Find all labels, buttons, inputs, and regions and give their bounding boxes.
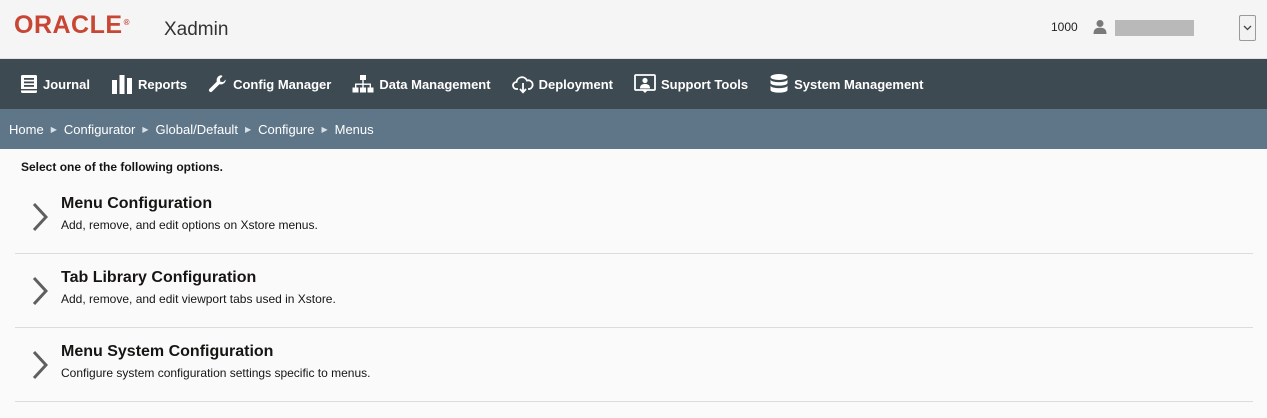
bar-chart-icon: [111, 75, 132, 94]
breadcrumb-global-default[interactable]: Global/Default: [156, 122, 238, 137]
breadcrumb-configure[interactable]: Configure: [258, 122, 314, 137]
breadcrumb-menus: Menus: [334, 121, 374, 137]
nav-deployment[interactable]: Deployment: [504, 59, 621, 109]
wrench-icon: [209, 75, 226, 93]
nav-label: Config Manager: [233, 76, 332, 92]
nav-journal[interactable]: Journal: [12, 59, 98, 109]
nav-support-tools[interactable]: Support Tools: [626, 59, 756, 109]
oracle-logo[interactable]: ORACLE®: [14, 11, 130, 39]
instructions-text: Select one of the following options.: [21, 160, 223, 174]
nav-label: Data Management: [379, 76, 491, 92]
nav-label: Journal: [43, 76, 90, 92]
hierarchy-icon: [352, 75, 374, 93]
breadcrumb: Home ▶ Configurator ▶ Global/Default ▶ C…: [0, 109, 1267, 149]
chevron-right-icon: [32, 202, 48, 232]
option-title: Menu System Configuration: [61, 343, 274, 360]
nav-system-management[interactable]: System Management: [761, 59, 931, 109]
nav-data-management[interactable]: Data Management: [344, 59, 498, 109]
journal-icon: [21, 75, 37, 93]
option-tab-library-configuration[interactable]: Tab Library Configuration Add, remove, a…: [15, 254, 1253, 328]
user-icon: [1093, 20, 1107, 34]
chevron-down-icon: [1243, 25, 1252, 31]
nav-config-manager[interactable]: Config Manager: [200, 59, 339, 109]
option-menu-configuration[interactable]: Menu Configuration Add, remove, and edit…: [15, 180, 1253, 254]
breadcrumb-home[interactable]: Home: [9, 122, 44, 137]
option-description: Configure system configuration settings …: [61, 366, 371, 380]
logo-registered-mark: ®: [123, 18, 130, 27]
main-nav: Journal Reports Config Manager Data Mana…: [0, 59, 1267, 109]
breadcrumb-configurator[interactable]: Configurator: [64, 122, 136, 137]
app-name: Xadmin: [164, 19, 229, 40]
option-description: Add, remove, and edit options on Xstore …: [61, 218, 318, 232]
nav-reports[interactable]: Reports: [103, 59, 195, 109]
breadcrumb-separator-icon: ▶: [244, 124, 252, 134]
chevron-right-icon: [32, 350, 48, 380]
nav-label: Deployment: [538, 76, 613, 92]
user-menu-dropdown[interactable]: [1239, 15, 1256, 41]
logo-text: ORACLE: [14, 11, 123, 39]
option-title: Menu Configuration: [61, 195, 213, 212]
user-name-redacted: [1115, 20, 1194, 36]
app-header: ORACLE® Xadmin 1000: [0, 0, 1267, 59]
cloud-download-icon: [511, 76, 534, 94]
chevron-right-icon: [32, 276, 48, 306]
support-icon: [634, 74, 656, 93]
breadcrumb-separator-icon: ▶: [142, 124, 149, 134]
breadcrumb-separator-icon: ▶: [50, 124, 57, 134]
option-menu-system-configuration[interactable]: Menu System Configuration Configure syst…: [15, 328, 1253, 402]
option-description: Add, remove, and edit viewport tabs used…: [61, 292, 336, 306]
breadcrumb-separator-icon: ▶: [321, 124, 328, 134]
option-title: Tab Library Configuration: [61, 269, 257, 286]
nav-label: Reports: [137, 76, 188, 92]
database-icon: [770, 74, 788, 93]
store-number: 1000: [1051, 20, 1078, 34]
nav-label: System Management: [794, 76, 924, 92]
nav-label: Support Tools: [660, 76, 749, 92]
